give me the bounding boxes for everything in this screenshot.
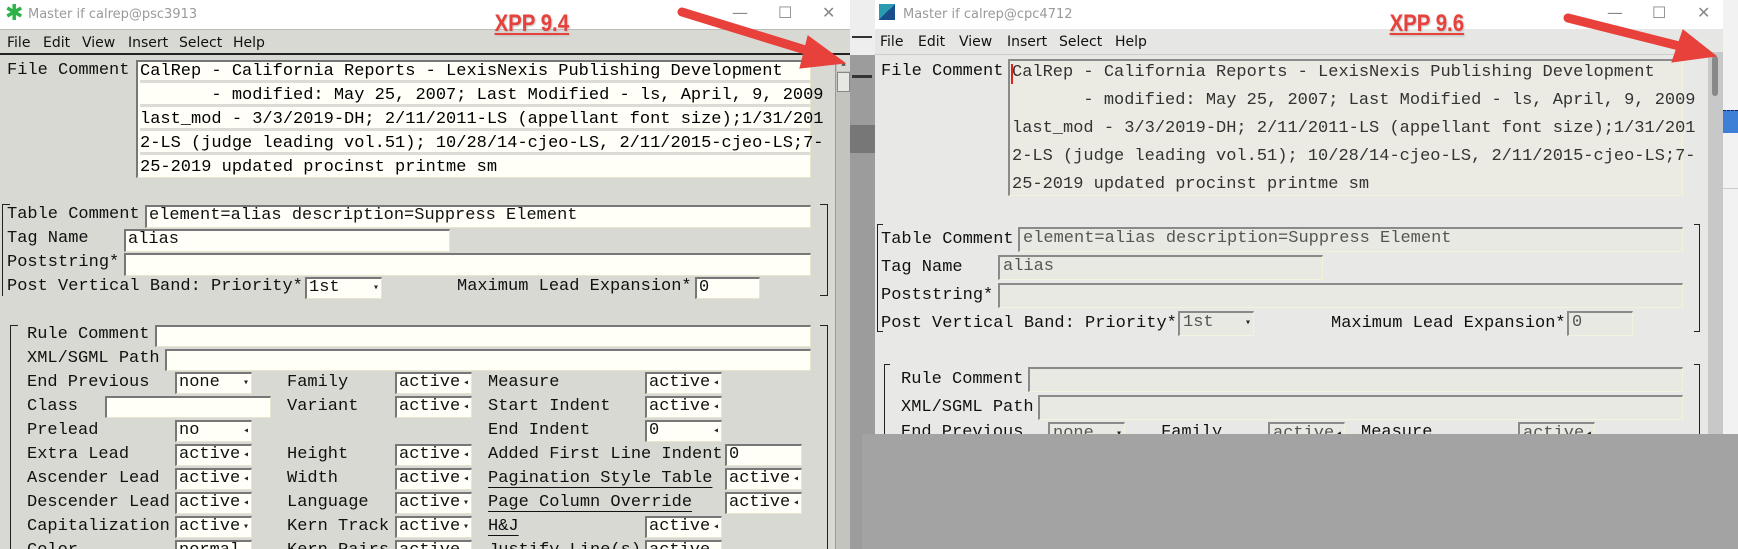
red-arrow-annotations	[677, 7, 1718, 69]
red-arrow-icon	[677, 7, 1718, 69]
